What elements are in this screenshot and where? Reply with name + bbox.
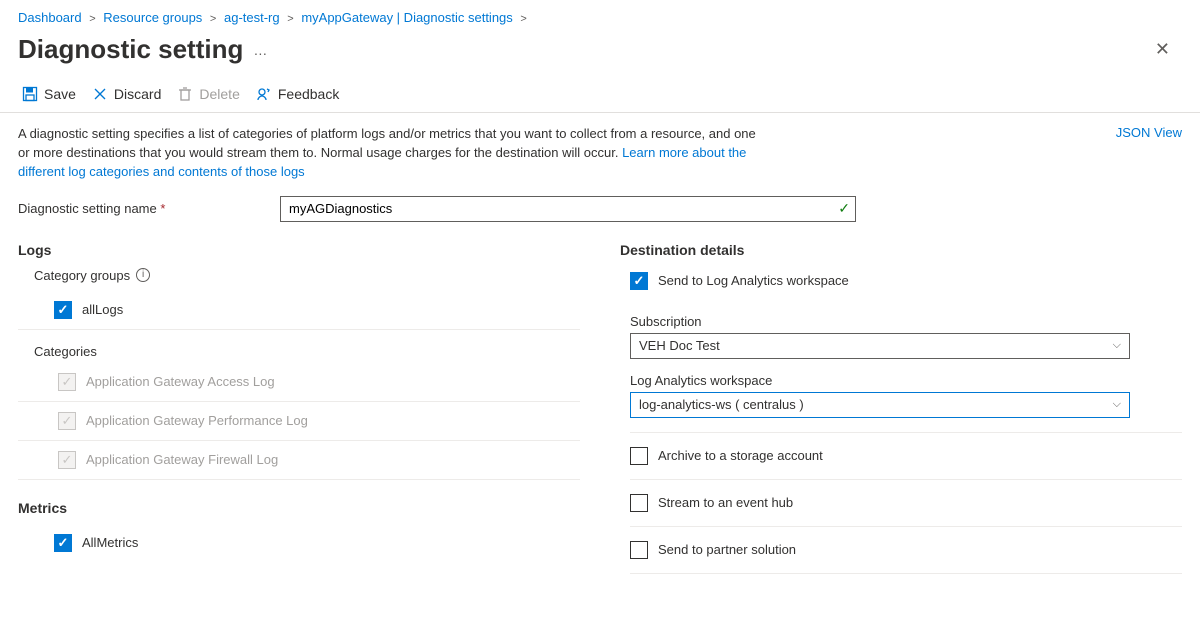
subscription-select[interactable]: VEH Doc Test ⌵ [630, 333, 1130, 359]
chevron-right-icon: > [89, 13, 95, 25]
delete-icon [177, 86, 193, 102]
logs-heading: Logs [18, 242, 580, 258]
category-row: Application Gateway Firewall Log [18, 441, 580, 480]
feedback-label: Feedback [278, 86, 339, 102]
category-checkbox-firewall [58, 451, 76, 469]
all-metrics-row: AllMetrics [18, 524, 580, 562]
category-checkbox-performance [58, 412, 76, 430]
category-label-firewall: Application Gateway Firewall Log [86, 452, 278, 467]
breadcrumb: Dashboard > Resource groups > ag-test-rg… [0, 0, 1200, 29]
title-row: Diagnostic setting … ✕ [0, 29, 1200, 72]
dest-eventhub-label: Stream to an event hub [658, 495, 793, 510]
setting-name-input[interactable] [280, 196, 856, 222]
left-column: Logs Category groups i allLogs Categorie… [18, 236, 580, 574]
categories-label: Categories [34, 344, 580, 359]
workspace-label: Log Analytics workspace [630, 373, 1182, 388]
dest-log-analytics-label: Send to Log Analytics workspace [658, 273, 849, 288]
delete-label: Delete [199, 86, 239, 102]
subscription-label: Subscription [630, 314, 1182, 329]
metrics-heading: Metrics [18, 500, 580, 516]
close-icon[interactable]: ✕ [1143, 33, 1182, 66]
chevron-right-icon: > [210, 13, 216, 25]
chevron-right-icon: > [520, 13, 526, 25]
destination-heading: Destination details [620, 242, 1182, 258]
dest-storage-row: Archive to a storage account [630, 433, 1182, 480]
intro-text: A diagnostic setting specifies a list of… [18, 125, 758, 182]
setting-name-label: Diagnostic setting name * [18, 201, 268, 216]
all-metrics-checkbox[interactable] [54, 534, 72, 552]
subscription-value: VEH Doc Test [639, 338, 720, 353]
dest-log-analytics-checkbox[interactable] [630, 272, 648, 290]
info-icon[interactable]: i [136, 268, 150, 282]
discard-button[interactable]: Discard [92, 86, 161, 102]
dest-eventhub-checkbox[interactable] [630, 494, 648, 512]
chevron-down-icon: ⌵ [1113, 398, 1121, 411]
page-title: Diagnostic setting [18, 34, 243, 65]
save-button[interactable]: Save [22, 86, 76, 102]
dest-partner-checkbox[interactable] [630, 541, 648, 559]
breadcrumb-resource-groups[interactable]: Resource groups [103, 10, 202, 25]
category-label-performance: Application Gateway Performance Log [86, 413, 308, 428]
all-logs-label: allLogs [82, 302, 123, 317]
save-label: Save [44, 86, 76, 102]
right-column: Destination details Send to Log Analytic… [620, 236, 1182, 574]
all-logs-row: allLogs [18, 291, 580, 330]
check-icon: ✓ [838, 200, 850, 217]
dest-storage-label: Archive to a storage account [658, 448, 823, 463]
breadcrumb-ag-test-rg[interactable]: ag-test-rg [224, 10, 280, 25]
feedback-icon [256, 86, 272, 102]
chevron-down-icon: ⌵ [1113, 339, 1121, 352]
category-row: Application Gateway Performance Log [18, 402, 580, 441]
feedback-button[interactable]: Feedback [256, 86, 339, 102]
dest-log-analytics-row: Send to Log Analytics workspace [630, 266, 1182, 304]
save-icon [22, 86, 38, 102]
all-metrics-label: AllMetrics [82, 535, 138, 550]
dest-eventhub-row: Stream to an event hub [630, 480, 1182, 527]
workspace-value: log-analytics-ws ( centralus ) [639, 397, 804, 412]
breadcrumb-dashboard[interactable]: Dashboard [18, 10, 82, 25]
dest-storage-checkbox[interactable] [630, 447, 648, 465]
discard-label: Discard [114, 86, 161, 102]
more-button[interactable]: … [253, 42, 269, 58]
dest-partner-label: Send to partner solution [658, 542, 796, 557]
dest-partner-row: Send to partner solution [630, 527, 1182, 574]
workspace-select[interactable]: log-analytics-ws ( centralus ) ⌵ [630, 392, 1130, 418]
category-row: Application Gateway Access Log [18, 363, 580, 402]
intro-row: A diagnostic setting specifies a list of… [0, 113, 1200, 190]
category-label-access: Application Gateway Access Log [86, 374, 275, 389]
discard-icon [92, 86, 108, 102]
all-logs-checkbox[interactable] [54, 301, 72, 319]
setting-name-row: Diagnostic setting name * ✓ [0, 190, 1200, 236]
delete-button: Delete [177, 86, 239, 102]
json-view-link[interactable]: JSON View [1116, 125, 1182, 140]
toolbar: Save Discard Delete Feedback [0, 72, 1200, 113]
category-groups-label: Category groups i [34, 268, 580, 283]
breadcrumb-gateway-diagnostics[interactable]: myAppGateway | Diagnostic settings [301, 10, 512, 25]
category-checkbox-access [58, 373, 76, 391]
chevron-right-icon: > [287, 13, 293, 25]
